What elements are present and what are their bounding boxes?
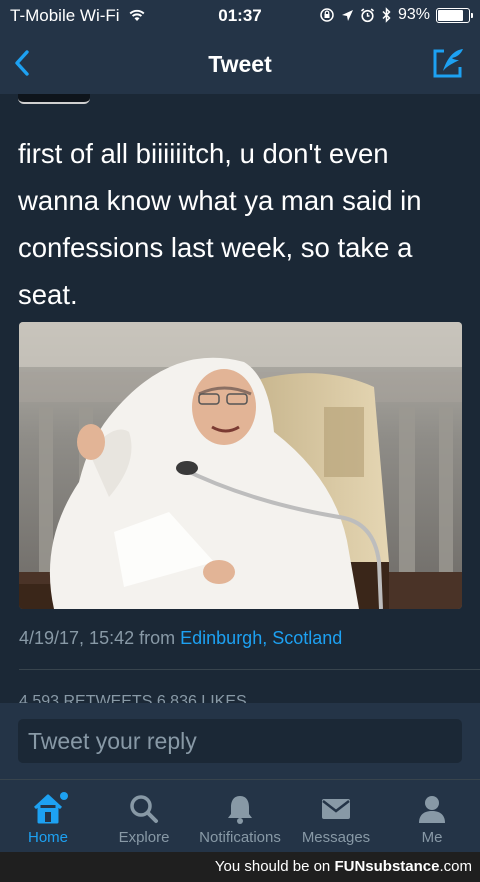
status-right: 93% xyxy=(319,6,473,24)
tweet-timestamp: 4/19/17, 15:42 xyxy=(19,628,135,648)
person-icon xyxy=(419,796,445,823)
tab-me[interactable]: Me xyxy=(384,780,480,853)
tweet-photo[interactable] xyxy=(19,322,462,609)
tab-notifications[interactable]: Notifications xyxy=(192,780,288,853)
battery-icon xyxy=(436,7,473,23)
tab-messages[interactable]: Messages xyxy=(288,780,384,853)
nav-bar: Tweet xyxy=(0,34,480,94)
search-icon xyxy=(130,795,158,823)
compose-icon xyxy=(433,49,463,78)
tab-notifications-label: Notifications xyxy=(199,829,281,846)
watermark-brand: FUNsubstance xyxy=(334,858,440,875)
watermark-text: You should be on FUNsubstance.com xyxy=(215,858,472,875)
compose-tweet-button[interactable] xyxy=(430,46,466,80)
bell-icon xyxy=(228,796,252,824)
watermark-prefix: You should be on xyxy=(214,858,331,875)
tweet-photo-image xyxy=(19,322,462,609)
location-arrow-icon xyxy=(341,9,353,21)
alarm-icon xyxy=(360,7,374,22)
tab-home-label: Home xyxy=(27,829,68,846)
status-bar: T-Mobile Wi-Fi 01:37 93% xyxy=(0,0,480,34)
battery-percent: 93% xyxy=(397,6,430,23)
watermark-footer: You should be on FUNsubstance.com xyxy=(0,852,480,882)
avatar[interactable] xyxy=(18,94,90,104)
bluetooth-icon xyxy=(382,7,391,23)
tab-messages-label: Messages xyxy=(301,829,371,846)
tweet-text: first of all biiiiiitch, u don't even wa… xyxy=(18,138,422,310)
page-title: Tweet xyxy=(208,51,272,77)
tab-explore-label: Explore xyxy=(118,829,170,846)
envelope-icon xyxy=(322,799,350,819)
tab-home[interactable]: Home xyxy=(0,780,96,853)
battery-fill xyxy=(438,9,464,21)
reply-input[interactable] xyxy=(18,719,462,763)
divider xyxy=(19,669,480,670)
from-label: from xyxy=(139,628,176,648)
tweet-location-link[interactable]: Edinburgh, Scotland xyxy=(180,628,342,648)
tab-bar: Home Explore Notifications Messages Me xyxy=(0,779,480,852)
tweet-meta: 4/19/17, 15:42 from Edinburgh, Scotland xyxy=(19,628,342,649)
watermark-suffix: .com xyxy=(439,858,472,875)
rotation-lock-icon xyxy=(320,8,334,22)
tab-me-label: Me xyxy=(421,829,443,846)
tab-explore[interactable]: Explore xyxy=(96,780,192,853)
home-icon xyxy=(33,792,68,824)
